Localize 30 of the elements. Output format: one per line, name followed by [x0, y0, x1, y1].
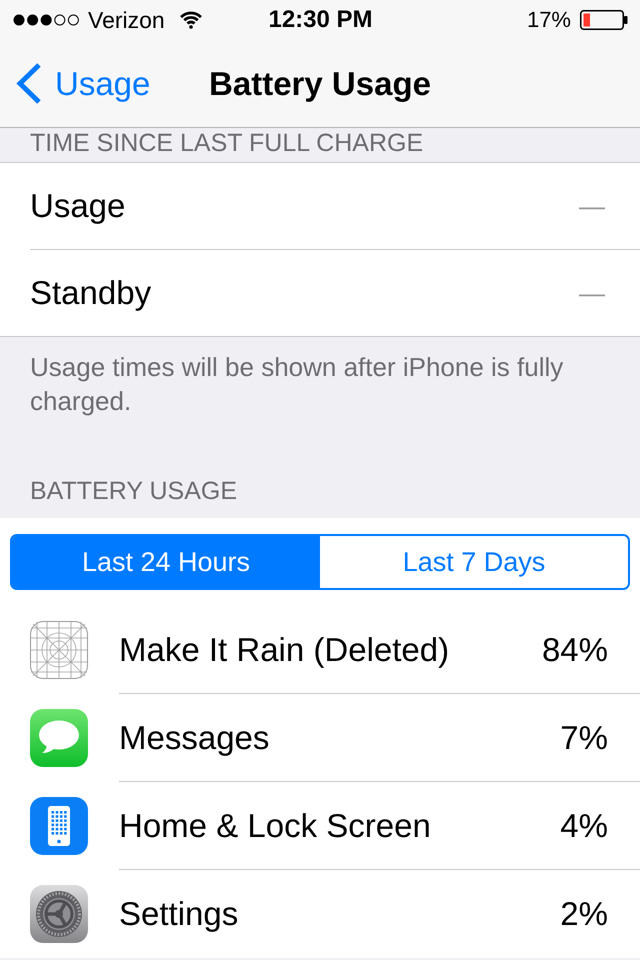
row-label: Usage: [30, 187, 126, 225]
segmented-control[interactable]: Last 24 Hours Last 7 Days: [10, 534, 630, 590]
page-title: Battery Usage: [209, 64, 431, 102]
row-value: —: [579, 278, 605, 308]
status-time: 12:30 PM: [268, 6, 373, 34]
row-label: Standby: [30, 274, 152, 312]
speech-bubble-icon: [30, 709, 88, 767]
section-header: BATTERY USAGE: [30, 477, 238, 506]
gear-icon: [30, 885, 88, 943]
row-value: —: [579, 190, 605, 222]
app-name: Home & Lock Screen: [119, 806, 431, 844]
chevron-left-icon: [16, 63, 42, 104]
battery-icon: [580, 10, 628, 30]
app-name: Make It Rain (Deleted): [119, 630, 450, 668]
section-footer: Usage times will be shown after iPhone is fully charged.: [30, 350, 600, 418]
app-name: Settings: [119, 895, 238, 933]
usage-percentage: 2%: [560, 895, 608, 933]
carrier-name: Verizon: [88, 6, 165, 34]
signal-icon: [13, 14, 80, 26]
section-header: TIME SINCE LAST FULL CHARGE: [30, 129, 424, 158]
battery-percentage: 17%: [526, 7, 571, 33]
wifi-icon: [178, 11, 203, 29]
back-button[interactable]: Usage: [0, 63, 150, 104]
phone-icon: [30, 797, 88, 855]
usage-percentage: 7%: [560, 718, 608, 756]
segment-tab[interactable]: Last 24 Hours: [12, 536, 320, 588]
app-name: Messages: [119, 718, 270, 756]
usage-percentage: 4%: [560, 806, 608, 844]
grid-icon: [30, 621, 88, 679]
usage-percentage: 84%: [542, 630, 608, 668]
